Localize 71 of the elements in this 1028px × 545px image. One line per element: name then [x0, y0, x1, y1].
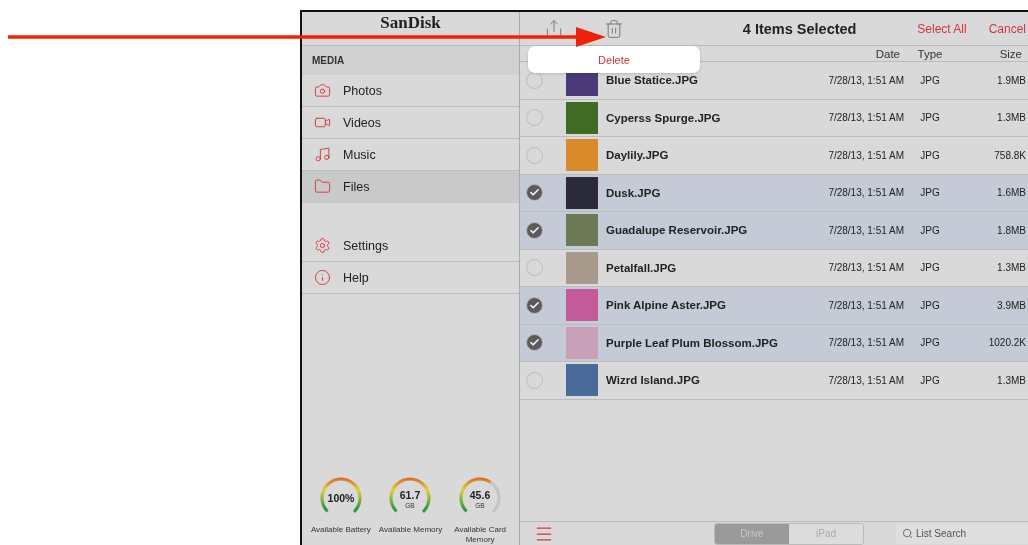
file-name: Guadalupe Reservoir.JPG — [605, 224, 749, 237]
settings-icon — [314, 237, 331, 254]
type-cell-text: JPG — [919, 299, 941, 311]
file-row[interactable]: Pink Alpine Aster.JPG 7/28/13, 1:51 AM JPG 3.9MB — [520, 287, 1028, 325]
size-cell-text: 1.3MB — [996, 374, 1026, 386]
type-cell-text: JPG — [919, 74, 941, 86]
column-header[interactable]: Date — [814, 47, 904, 60]
date-cell-text: 7/28/13, 1:51 AM — [827, 74, 904, 86]
date-cell-text: 7/28/13, 1:51 AM — [827, 262, 904, 274]
date-cell-text: 7/28/13, 1:51 AM — [827, 187, 904, 199]
size-cell-text: 1020.2K — [987, 337, 1026, 349]
column-header[interactable]: Type — [904, 47, 956, 60]
gauge-label: Available Card Memory — [453, 525, 508, 545]
date-cell-text: 7/28/13, 1:51 AM — [827, 224, 904, 236]
date-cell-text: 7/28/13, 1:51 AM — [827, 374, 904, 386]
search-field[interactable]: List Search — [896, 523, 1028, 544]
file-name: Wizrd Island.JPG — [605, 374, 701, 387]
type-cell-text: JPG — [919, 262, 941, 274]
sidebar-item[interactable]: Help — [302, 262, 519, 294]
date-cell-text: 7/28/13, 1:51 AM — [827, 149, 904, 161]
file-row[interactable]: Dusk.JPG 7/28/13, 1:51 AM JPG 1.6MB — [520, 174, 1028, 212]
sidebar-item[interactable]: Files — [302, 171, 519, 203]
file-name: Blue Statice.JPG — [605, 74, 700, 87]
search-icon — [902, 527, 913, 539]
selection-radio[interactable] — [526, 184, 543, 202]
check-icon — [529, 299, 540, 311]
selection-radio[interactable] — [526, 334, 543, 352]
file-row[interactable]: Cyperss Spurge.JPG 7/28/13, 1:51 AM JPG 1.3MB — [520, 99, 1028, 137]
sidebar-item[interactable]: Videos — [302, 107, 519, 139]
date-cell-text: 7/28/13, 1:51 AM — [827, 337, 904, 349]
file-row[interactable]: Wizrd Island.JPG 7/28/13, 1:51 AM JPG 1.3MB — [520, 362, 1028, 400]
size-cell-text: 1.3MB — [996, 112, 1026, 124]
gauge-label: Available Memory — [378, 525, 443, 535]
size-cell-text: 1.6MB — [996, 187, 1026, 199]
date-cell-text: 7/28/13, 1:51 AM — [827, 112, 904, 124]
info-icon — [314, 269, 331, 286]
sidebar-item[interactable]: Settings — [302, 230, 519, 262]
file-name: Cyperss Spurge.JPG — [605, 111, 722, 124]
file-name: Dusk.JPG — [605, 186, 662, 199]
check-icon — [529, 224, 540, 236]
type-cell-text: JPG — [919, 374, 941, 386]
folder-icon — [314, 178, 331, 195]
size-cell-text: 1.3MB — [996, 262, 1026, 274]
selection-radio[interactable] — [526, 296, 543, 314]
file-name: Petalfall.JPG — [605, 261, 678, 274]
file-row[interactable]: Petalfall.JPG 7/28/13, 1:51 AM JPG 1.3MB — [520, 249, 1028, 287]
date-cell-text: 7/28/13, 1:51 AM — [827, 299, 904, 311]
type-cell-text: JPG — [919, 149, 941, 161]
size-cell-text: 758.8K — [993, 149, 1026, 161]
type-cell-text: JPG — [919, 112, 941, 124]
file-row[interactable]: Purple Leaf Plum Blossom.JPG 7/28/13, 1:51 AM JPG 1020.2K — [520, 324, 1028, 362]
file-name: Pink Alpine Aster.JPG — [605, 299, 727, 312]
music-note-icon — [314, 146, 331, 163]
column-header[interactable]: Size — [956, 47, 1026, 60]
size-cell-text: 1.9MB — [996, 74, 1026, 86]
type-cell-text: JPG — [919, 187, 941, 199]
selection-radio[interactable] — [526, 221, 543, 239]
file-row[interactable]: Daylily.JPG 7/28/13, 1:51 AM JPG 758.8K — [520, 137, 1028, 175]
type-cell-text: JPG — [919, 224, 941, 236]
file-name: Daylily.JPG — [605, 149, 670, 162]
size-cell-text: 1.8MB — [996, 224, 1026, 236]
camera-icon — [314, 82, 331, 99]
gauge-label: Available Battery — [310, 525, 371, 535]
file-row[interactable]: Guadalupe Reservoir.JPG 7/28/13, 1:51 AM JPG 1.8MB — [520, 212, 1028, 250]
section-title: MEDIA — [302, 46, 519, 75]
trash-icon[interactable] — [604, 18, 624, 39]
size-cell-text: 3.9MB — [996, 299, 1026, 311]
file-name: Purple Leaf Plum Blossom.JPG — [605, 336, 779, 349]
type-cell-text: JPG — [919, 337, 941, 349]
sidebar-item[interactable]: Photos — [302, 75, 519, 107]
selection-title: 4 Items Selected — [741, 20, 858, 37]
